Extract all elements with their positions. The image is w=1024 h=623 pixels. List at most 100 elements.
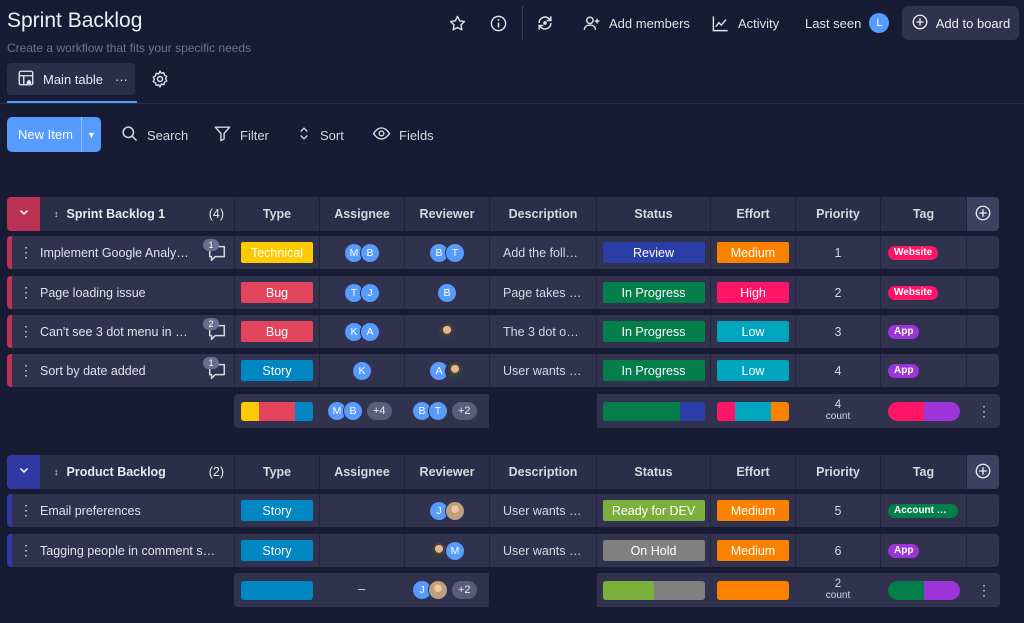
search-button[interactable]: Search (120, 124, 188, 146)
column-header-priority[interactable]: Priority (795, 455, 880, 489)
reviewer-summary[interactable]: J +2 (412, 580, 477, 600)
column-header-status[interactable]: Status (596, 197, 710, 231)
effort-cell[interactable]: Low (710, 315, 795, 348)
item-name[interactable]: Sort by date added 1 (40, 354, 234, 387)
assignee-cell[interactable]: MB (319, 236, 404, 269)
group-title[interactable]: ↕ Sprint Backlog 1 (4) (40, 197, 234, 231)
status-cell[interactable]: Review (596, 236, 710, 269)
type-cell[interactable]: Story (234, 534, 319, 567)
status-cell[interactable]: Ready for DEV (596, 494, 710, 527)
priority-cell[interactable]: 6 (795, 534, 880, 567)
column-header-type[interactable]: Type (234, 455, 319, 489)
column-header-description[interactable]: Description (489, 455, 596, 489)
effort-cell[interactable]: Medium (710, 236, 795, 269)
table-row[interactable]: ⋮ Tagging people in comment section Stor… (7, 534, 999, 567)
reviewer-cell[interactable]: M (404, 534, 489, 567)
filter-button[interactable]: Filter (213, 124, 269, 146)
row-menu-icon[interactable]: ⋮ (12, 315, 40, 348)
table-row[interactable]: ⋮ Email preferences Story J User wants t… (7, 494, 999, 527)
table-row[interactable]: ⋮ Can't see 3 dot menu in group 2 Bug KA… (7, 315, 999, 348)
priority-cell[interactable]: 4 (795, 354, 880, 387)
status-cell[interactable]: In Progress (596, 276, 710, 309)
status-summary-bar[interactable] (603, 402, 705, 421)
assignee-summary[interactable]: MB +4 (327, 401, 392, 421)
favorite-button[interactable] (447, 9, 467, 37)
drag-handle-icon[interactable]: ↕ (54, 209, 59, 219)
column-header-assignee[interactable]: Assignee (319, 455, 404, 489)
column-header-status[interactable]: Status (596, 455, 710, 489)
tab-main-table[interactable]: Main table ··· (7, 63, 135, 95)
status-summary-bar[interactable] (603, 581, 705, 600)
reviewer-summary[interactable]: BT +2 (412, 401, 477, 421)
type-cell[interactable]: Story (234, 494, 319, 527)
assignee-cell[interactable] (319, 494, 404, 527)
column-header-effort[interactable]: Effort (710, 455, 795, 489)
tag-cell[interactable]: App (880, 534, 966, 567)
assignee-cell[interactable]: TJ (319, 276, 404, 309)
column-header-reviewer[interactable]: Reviewer (404, 197, 489, 231)
effort-cell[interactable]: High (710, 276, 795, 309)
tab-more-button[interactable]: ··· (115, 72, 128, 87)
type-summary-bar[interactable] (241, 581, 313, 600)
tag-cell[interactable]: Account settings (880, 494, 966, 527)
assignee-cell[interactable]: KA (319, 315, 404, 348)
tag-summary-bar[interactable] (888, 402, 960, 421)
reviewer-cell[interactable]: A (404, 354, 489, 387)
type-cell[interactable]: Bug (234, 315, 319, 348)
table-row[interactable]: ⋮ Sort by date added 1 Story K A User wa… (7, 354, 999, 387)
reviewer-cell[interactable] (404, 315, 489, 348)
gear-icon[interactable] (150, 69, 170, 89)
type-summary-bar[interactable] (241, 402, 313, 421)
description-cell[interactable]: Page takes 10 seconds (489, 276, 596, 309)
status-cell[interactable]: On Hold (596, 534, 710, 567)
effort-summary-bar[interactable] (717, 581, 789, 600)
group-collapse-button[interactable] (7, 455, 40, 489)
row-menu-icon[interactable]: ⋮ (12, 534, 40, 567)
priority-cell[interactable]: 3 (795, 315, 880, 348)
chevron-down-icon[interactable]: ▼ (81, 117, 101, 152)
sync-button[interactable] (535, 9, 555, 37)
group-title[interactable]: ↕ Product Backlog (2) (40, 455, 234, 489)
status-cell[interactable]: In Progress (596, 315, 710, 348)
description-cell[interactable]: Add the following tracking (489, 236, 596, 269)
effort-cell[interactable]: Medium (710, 494, 795, 527)
reviewer-cell[interactable]: BT (404, 236, 489, 269)
column-header-type[interactable]: Type (234, 197, 319, 231)
column-header-tag[interactable]: Tag (880, 197, 966, 231)
info-button[interactable] (488, 9, 508, 37)
item-name[interactable]: Implement Google Analytics 1 (40, 236, 234, 269)
add-to-board-button[interactable]: Add to board (902, 6, 1019, 40)
column-header-assignee[interactable]: Assignee (319, 197, 404, 231)
description-cell[interactable]: User wants to tag (489, 534, 596, 567)
add-column-button[interactable] (966, 455, 999, 489)
summary-menu-icon[interactable]: ⋮ (977, 582, 991, 599)
fields-button[interactable]: Fields (372, 124, 434, 146)
status-cell[interactable]: In Progress (596, 354, 710, 387)
effort-cell[interactable]: Low (710, 354, 795, 387)
table-row[interactable]: ⋮ Implement Google Analytics 1 Technical… (7, 236, 999, 269)
last-seen-button[interactable]: Last seen L (805, 9, 890, 37)
item-name[interactable]: Can't see 3 dot menu in group 2 (40, 315, 234, 348)
summary-menu-icon[interactable]: ⋮ (977, 403, 991, 420)
effort-summary-bar[interactable] (717, 402, 789, 421)
tag-cell[interactable]: Website (880, 236, 966, 269)
item-name[interactable]: Email preferences (40, 494, 234, 527)
priority-cell[interactable]: 2 (795, 276, 880, 309)
tag-cell[interactable]: App (880, 315, 966, 348)
description-cell[interactable]: The 3 dot options menu (489, 315, 596, 348)
new-item-button[interactable]: New Item ▼ (7, 117, 101, 152)
column-header-description[interactable]: Description (489, 197, 596, 231)
reviewer-cell[interactable]: B (404, 276, 489, 309)
sort-button[interactable]: Sort (296, 124, 344, 146)
description-cell[interactable]: User wants to sort (489, 354, 596, 387)
reviewer-cell[interactable]: J (404, 494, 489, 527)
add-column-button[interactable] (966, 197, 999, 231)
description-cell[interactable]: User wants to set email (489, 494, 596, 527)
column-header-priority[interactable]: Priority (795, 197, 880, 231)
type-cell[interactable]: Story (234, 354, 319, 387)
priority-cell[interactable]: 1 (795, 236, 880, 269)
column-header-reviewer[interactable]: Reviewer (404, 455, 489, 489)
row-menu-icon[interactable]: ⋮ (12, 236, 40, 269)
type-cell[interactable]: Bug (234, 276, 319, 309)
column-header-tag[interactable]: Tag (880, 455, 966, 489)
